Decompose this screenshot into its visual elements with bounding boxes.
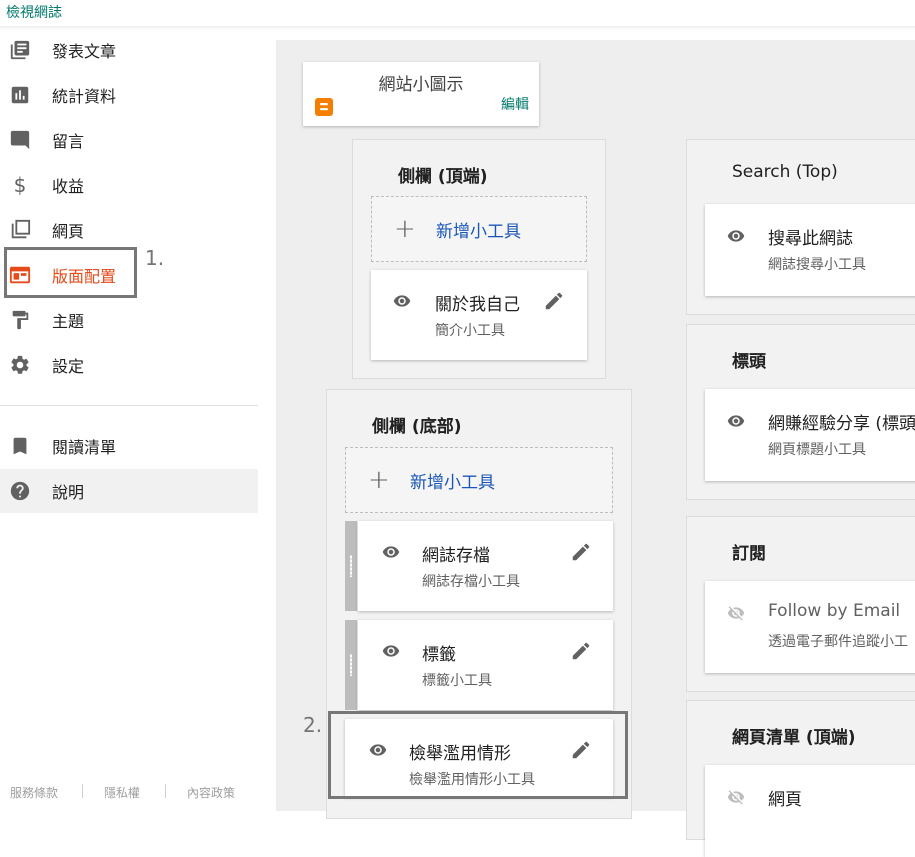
section-title: 訂閱 <box>732 544 766 564</box>
eye-icon[interactable] <box>389 292 415 310</box>
drag-handle[interactable] <box>345 620 357 710</box>
paint-roller-icon <box>8 308 32 332</box>
sidebar-item-comments[interactable]: 留言 <box>0 118 258 162</box>
widget-card-search: 搜尋此網誌 網誌搜尋小工具 <box>705 204 915 296</box>
sidebar-item-label: 收益 <box>52 177 85 196</box>
content-policy-link[interactable]: 內容政策 <box>187 784 235 801</box>
sidebar-item-label: 統計資料 <box>52 87 117 106</box>
section-title: 側欄 (底部) <box>372 417 462 437</box>
widget-card-follow-by-email: Follow by Email 透過電子郵件追蹤小工 <box>705 581 915 673</box>
posts-icon <box>8 38 32 62</box>
section-search-top: Search (Top) 搜尋此網誌 網誌搜尋小工具 <box>686 139 915 315</box>
sidebar-item-earnings[interactable]: $ 收益 <box>0 163 258 207</box>
widget-title: 網誌存檔 <box>422 546 490 566</box>
sidebar-item-label: 主題 <box>52 312 85 331</box>
eye-icon[interactable] <box>378 543 404 561</box>
drag-handle[interactable] <box>345 521 357 611</box>
section-title: 側欄 (頂端) <box>398 167 488 187</box>
blogger-icon <box>315 98 333 116</box>
widget-subtitle: 標籤小工具 <box>422 673 492 689</box>
section-header: 標頭 網賺經驗分享 (標頭 網頁標題小工具 <box>686 324 915 500</box>
plus-icon: + <box>394 214 416 244</box>
section-title: Search (Top) <box>732 162 838 182</box>
sidebar-divider <box>0 405 258 406</box>
sidebar-item-pages[interactable]: 網頁 <box>0 208 258 252</box>
widget-card-header: 網賺經驗分享 (標頭 網頁標題小工具 <box>705 389 915 481</box>
gear-icon <box>8 353 32 377</box>
widget-subtitle: 透過電子郵件追蹤小工 <box>768 634 908 650</box>
section-sidebar-top: 側欄 (頂端) + 新增小工具 關於我自己 簡介小工具 <box>352 139 606 379</box>
add-widget-label: 新增小工具 <box>410 472 495 493</box>
comments-icon <box>8 128 32 152</box>
annotation-box-layout <box>4 247 137 298</box>
eye-off-icon[interactable] <box>723 788 749 806</box>
eye-off-icon[interactable] <box>723 604 749 622</box>
widget-subtitle: 網頁標題小工具 <box>768 442 866 458</box>
section-subscribe: 訂閱 Follow by Email 透過電子郵件追蹤小工 <box>686 516 915 692</box>
sidebar-item-help[interactable]: 說明 <box>0 469 258 513</box>
plus-icon: + <box>368 465 390 495</box>
section-pagelist-top: 網頁清單 (頂端) 網頁 <box>686 700 915 857</box>
annotation-number-2: 2. <box>303 713 323 737</box>
favicon-edit-link[interactable]: 編輯 <box>501 94 529 114</box>
eye-icon[interactable] <box>723 227 749 245</box>
sidebar-item-posts[interactable]: 發表文章 <box>0 28 258 72</box>
add-widget-button[interactable]: + 新增小工具 <box>371 196 587 262</box>
widget-card-labels: 標籤 標籤小工具 <box>358 620 613 710</box>
widget-card-pages: 網頁 <box>705 765 915 857</box>
pencil-icon[interactable] <box>570 640 592 662</box>
favicon-widget: 網站小圖示 編輯 <box>303 62 539 126</box>
privacy-link[interactable]: 隱私權 <box>104 784 140 801</box>
widget-subtitle: 網誌搜尋小工具 <box>768 257 866 273</box>
pencil-icon[interactable] <box>543 290 565 312</box>
footer-separator <box>165 784 166 798</box>
widget-title: 關於我自己 <box>435 295 520 315</box>
add-widget-label: 新增小工具 <box>436 221 521 242</box>
help-icon <box>8 479 32 503</box>
widget-title: Follow by Email <box>768 601 901 621</box>
sidebar-item-label: 網頁 <box>52 222 85 241</box>
favicon-title: 網站小圖示 <box>378 75 464 95</box>
add-widget-button[interactable]: + 新增小工具 <box>345 447 613 513</box>
bookmark-icon <box>8 434 32 458</box>
sidebar-item-stats[interactable]: 統計資料 <box>0 73 258 117</box>
sidebar-item-label: 發表文章 <box>52 42 117 61</box>
view-blog-link[interactable]: 檢視網誌 <box>6 2 62 22</box>
eye-icon[interactable] <box>723 412 749 430</box>
footer-separator <box>82 784 83 798</box>
section-title: 網頁清單 (頂端) <box>732 728 856 748</box>
widget-card-about-me: 關於我自己 簡介小工具 <box>371 270 587 360</box>
dollar-icon: $ <box>13 173 27 197</box>
sidebar-footer: 服務條款 隱私權 內容政策 <box>0 784 258 804</box>
widget-card-blog-archive: 網誌存檔 網誌存檔小工具 <box>358 521 613 611</box>
sidebar-item-label: 說明 <box>52 483 85 502</box>
pencil-icon[interactable] <box>570 541 592 563</box>
sidebar-item-settings[interactable]: 設定 <box>0 343 258 387</box>
sidebar-item-theme[interactable]: 主題 <box>0 298 258 342</box>
sidebar-item-reading-list[interactable]: 閱讀清單 <box>0 424 258 468</box>
widget-subtitle: 網誌存檔小工具 <box>422 574 520 590</box>
sidebar-nav: 發表文章 統計資料 留言 $ 收益 網頁 版面配置 主題 設定 閱讀清單 說明 … <box>0 28 258 811</box>
widget-subtitle: 簡介小工具 <box>435 323 505 339</box>
pages-icon <box>8 218 32 242</box>
widget-title: 網賺經驗分享 (標頭 <box>768 414 915 434</box>
sidebar-item-label: 設定 <box>52 357 85 376</box>
sidebar-item-label: 閱讀清單 <box>52 438 117 457</box>
layout-editor-canvas: 網站小圖示 編輯 側欄 (頂端) + 新增小工具 關於我自己 簡介小工具 側欄 … <box>276 40 915 857</box>
section-title: 標頭 <box>732 352 766 372</box>
stats-icon <box>8 83 32 107</box>
widget-title: 標籤 <box>422 645 456 665</box>
eye-icon[interactable] <box>378 642 404 660</box>
sidebar-item-label: 留言 <box>52 132 85 151</box>
terms-link[interactable]: 服務條款 <box>10 784 58 801</box>
annotation-number-1: 1. <box>145 246 165 270</box>
annotation-box-report-abuse <box>328 711 628 799</box>
widget-title: 搜尋此網誌 <box>768 229 853 249</box>
widget-title: 網頁 <box>768 790 802 810</box>
